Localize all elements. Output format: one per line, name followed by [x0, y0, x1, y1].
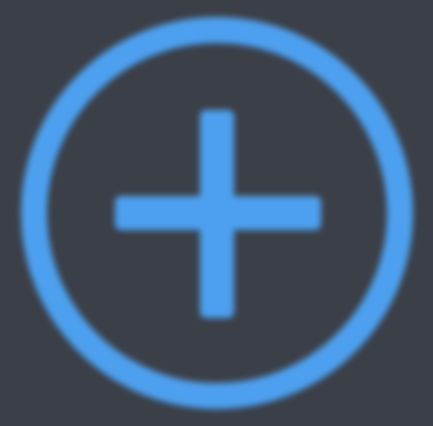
add-button[interactable]: [0, 0, 433, 426]
add-circle-icon: [21, 17, 413, 409]
icon-canvas: [0, 0, 433, 426]
